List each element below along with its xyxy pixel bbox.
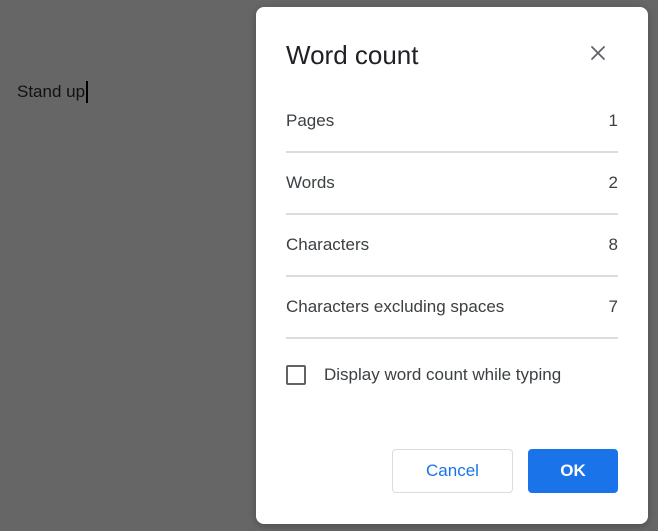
display-word-count-toggle[interactable]: Display word count while typing — [286, 365, 561, 385]
document-text: Stand up — [17, 82, 86, 101]
ok-button[interactable]: OK — [528, 449, 618, 493]
display-word-count-checkbox[interactable] — [286, 365, 306, 385]
document-body[interactable]: Stand up — [17, 81, 89, 103]
word-count-dialog: Word count Pages 1 Words 2 Characters 8 … — [256, 7, 648, 524]
stats-list: Pages 1 Words 2 Characters 8 Characters … — [286, 91, 618, 339]
stat-label: Pages — [286, 111, 335, 130]
text-cursor — [86, 81, 89, 103]
close-button[interactable] — [584, 39, 612, 67]
stat-row-words: Words 2 — [286, 153, 618, 215]
checkbox-label: Display word count while typing — [324, 365, 562, 384]
close-icon — [591, 46, 605, 60]
stat-row-pages: Pages 1 — [286, 91, 618, 153]
stat-value: 2 — [608, 173, 618, 192]
stat-label: Words — [286, 173, 335, 192]
stat-row-characters-excluding-spaces: Characters excluding spaces 7 — [286, 277, 618, 339]
stat-row-characters: Characters 8 — [286, 215, 618, 277]
stat-value: 1 — [608, 111, 618, 130]
stat-label: Characters — [286, 235, 370, 254]
stat-label: Characters excluding spaces — [286, 297, 505, 316]
cancel-button[interactable]: Cancel — [392, 449, 513, 493]
stat-value: 8 — [608, 235, 618, 254]
dialog-title: Word count — [286, 40, 419, 70]
stat-value: 7 — [608, 297, 618, 316]
